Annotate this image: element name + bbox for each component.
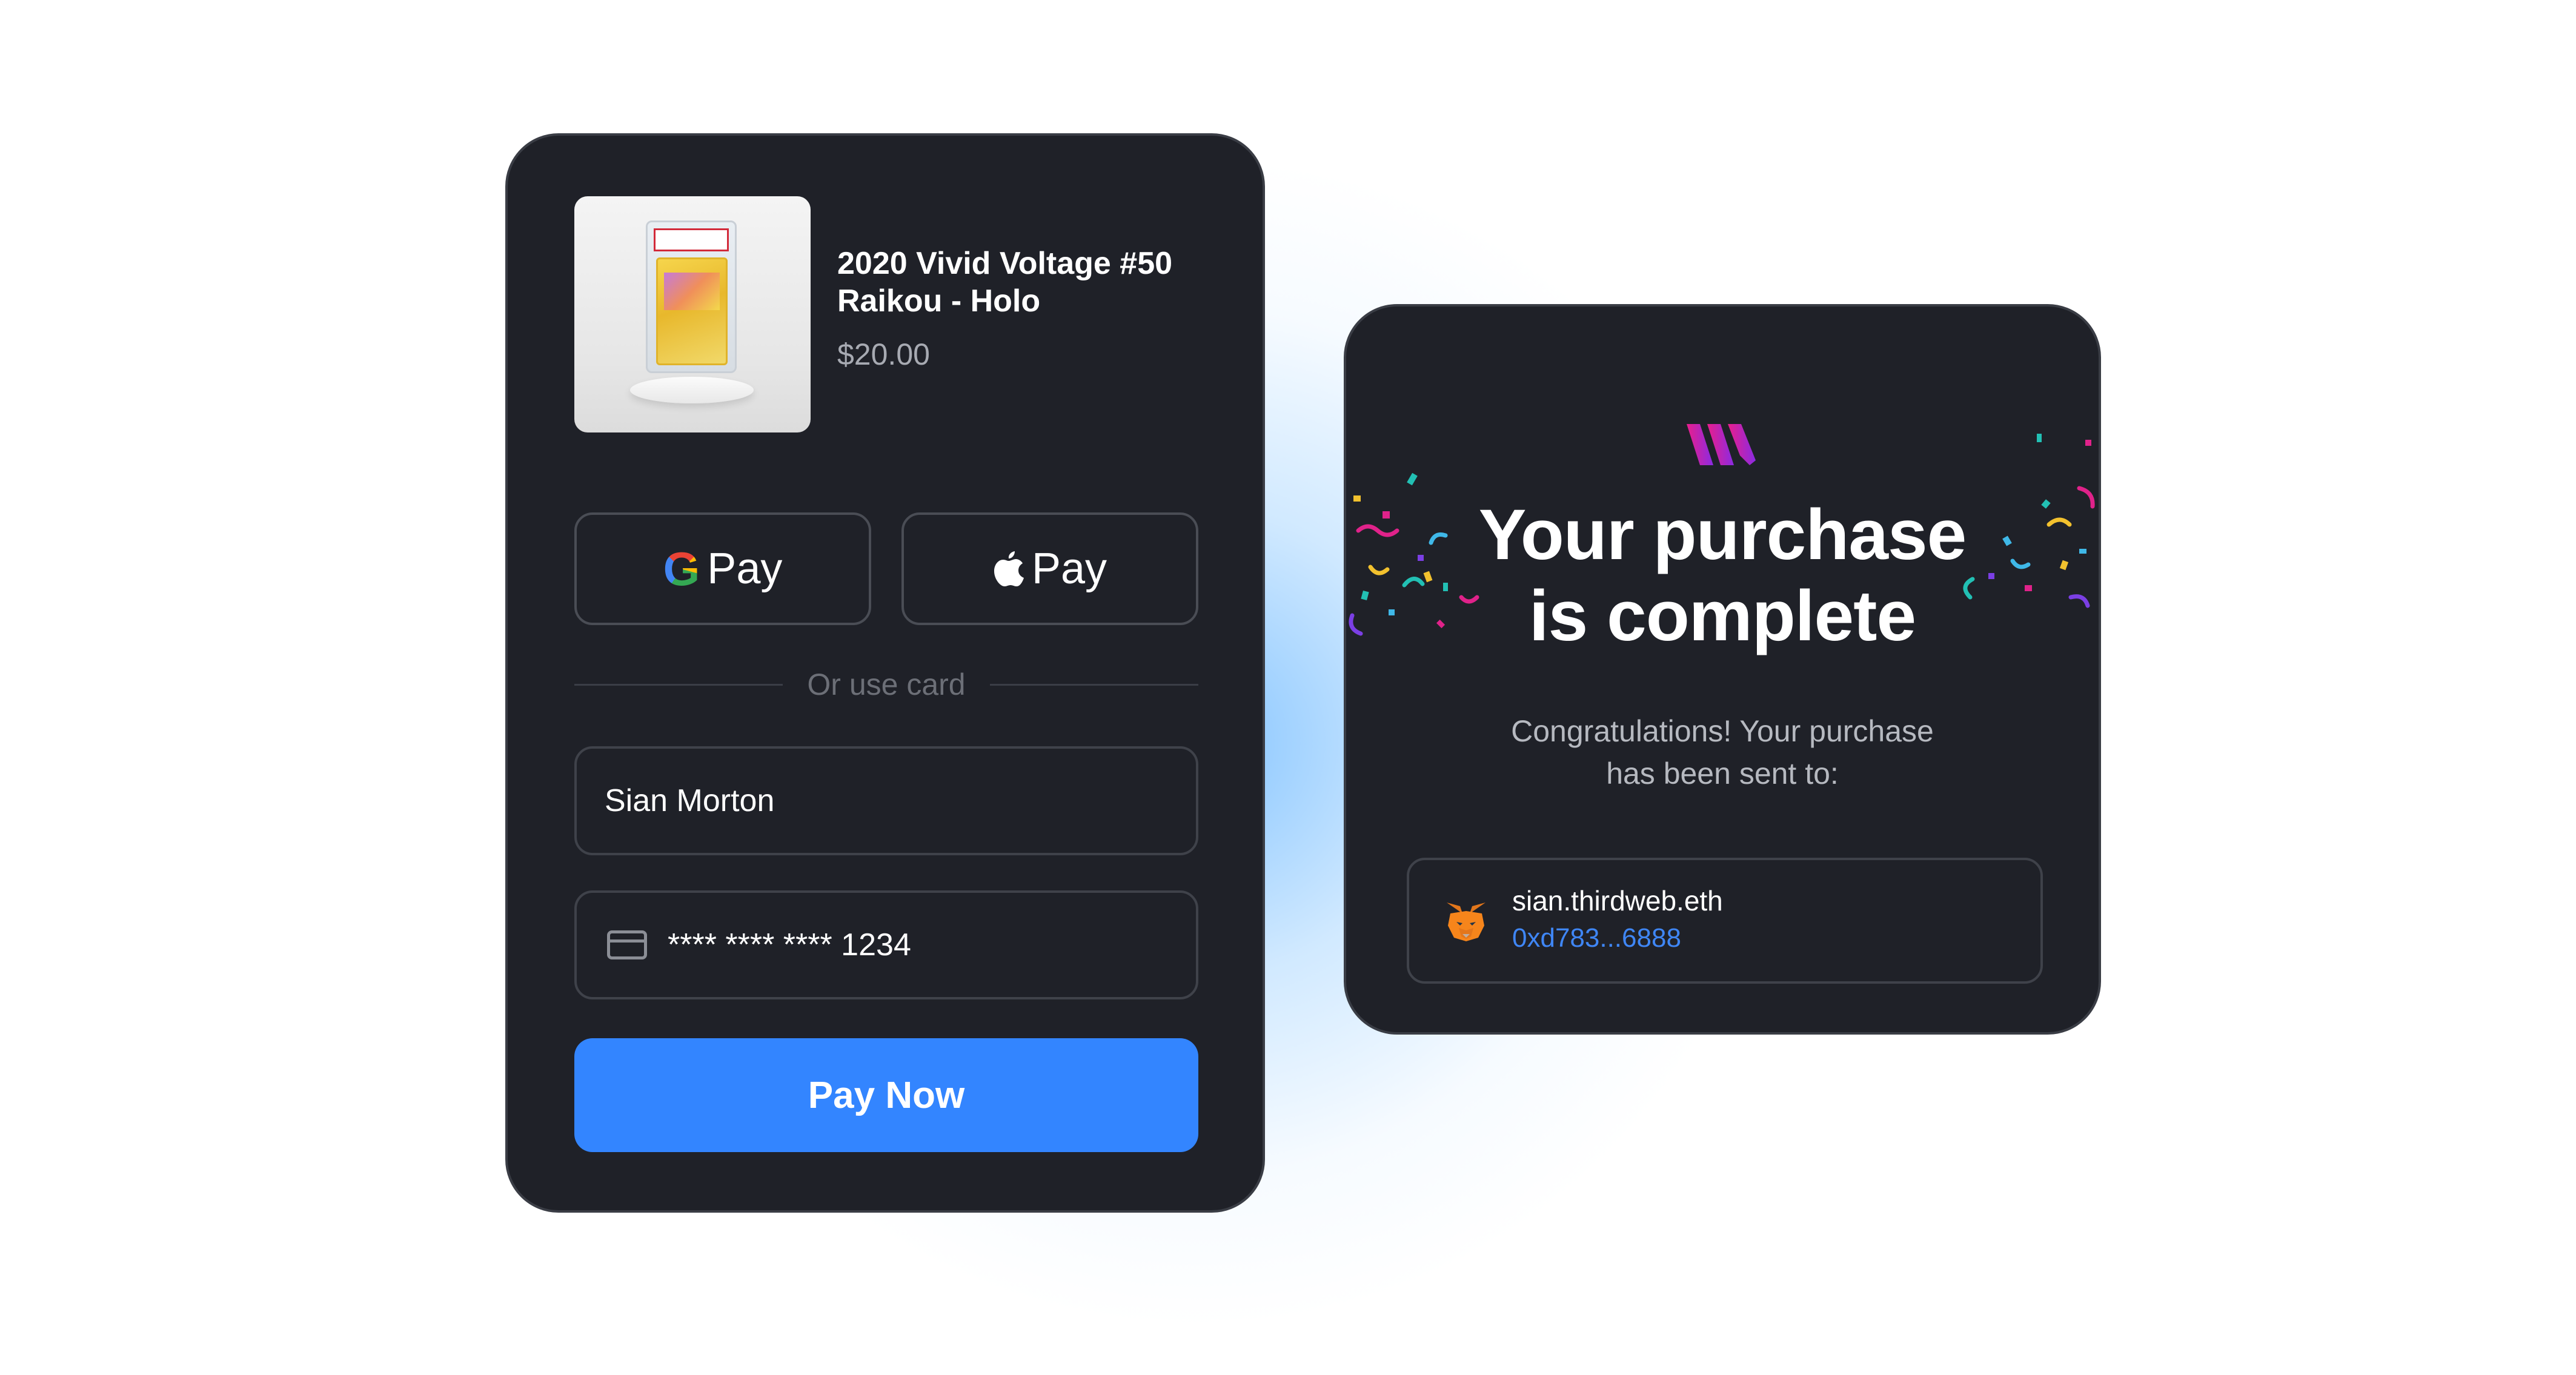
purchase-complete-card: Your purchase is complete Congratulation… (1344, 304, 2101, 1035)
card-number-field[interactable]: **** **** **** 1234 (574, 890, 1198, 999)
card-stand (630, 377, 754, 403)
divider-text: Or use card (807, 668, 966, 701)
success-message-line2: has been sent to: (1606, 757, 1839, 790)
apple-pay-button[interactable]: Pay (901, 512, 1198, 625)
wallet-address-link[interactable]: 0xd783...6888 (1512, 923, 1681, 953)
success-title-line1: Your purchase (1478, 495, 1967, 575)
metamask-fox-icon (1447, 903, 1486, 941)
apple-icon (993, 550, 1024, 588)
trading-card (656, 257, 728, 365)
credit-card-icon (607, 930, 647, 959)
cardholder-name-field[interactable]: Sian Morton (574, 746, 1198, 855)
apple-pay-label: Pay (1031, 545, 1107, 593)
wallet-name: sian.thirdweb.eth (1512, 885, 1723, 916)
product-title: 2020 Vivid Voltage #50 Raikou - Holo (837, 246, 1173, 319)
graded-card-image (574, 196, 811, 432)
card-slab (646, 220, 737, 373)
brand-logo-icon (1687, 424, 1756, 465)
google-icon: G (663, 542, 700, 595)
pay-now-button[interactable]: Pay Now (574, 1038, 1198, 1152)
product-summary: 2020 Vivid Voltage #50 Raikou - Holo $20… (574, 196, 1204, 432)
success-message-line1: Congratulations! Your purchase (1511, 714, 1934, 748)
or-divider: Or use card (574, 666, 1198, 703)
google-pay-button[interactable]: G Pay (574, 512, 871, 625)
card-artwork (664, 273, 720, 310)
success-message: Congratulations! Your purchase has been … (1346, 710, 2099, 795)
divider-line-left (574, 683, 783, 686)
card-number-value: **** **** **** 1234 (668, 927, 911, 963)
success-title: Your purchase is complete (1346, 494, 2099, 657)
recipient-wallet: sian.thirdweb.eth 0xd783...6888 (1407, 858, 2043, 984)
slab-label (654, 228, 729, 251)
divider-line-right (989, 683, 1198, 686)
checkout-card: 2020 Vivid Voltage #50 Raikou - Holo $20… (505, 133, 1265, 1213)
success-title-line2: is complete (1529, 576, 1916, 656)
google-pay-label: Pay (707, 545, 783, 593)
cardholder-name-value: Sian Morton (605, 783, 775, 818)
product-price: $20.00 (837, 337, 930, 371)
